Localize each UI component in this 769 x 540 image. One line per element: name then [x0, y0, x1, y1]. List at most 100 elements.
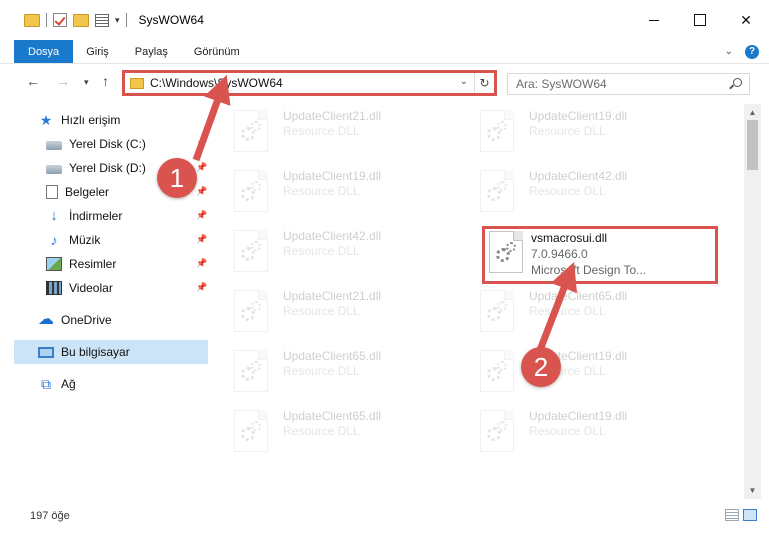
pin-icon[interactable]: 📌	[196, 138, 207, 148]
file-item[interactable]: UpdateClient21.dll Resource DLL	[220, 284, 456, 342]
file-name: UpdateClient65.dll	[283, 349, 382, 363]
computer-icon	[38, 346, 54, 358]
file-type: Resource DLL	[283, 124, 360, 138]
sidebar-item-label: Yerel Disk (D:)	[69, 161, 146, 175]
sidebar-item-label: Resimler	[69, 257, 117, 271]
address-path[interactable]: C:\Windows\SysWOW64	[150, 76, 283, 90]
file-item[interactable]: UpdateClient19.dll Resource DLL	[466, 344, 702, 402]
file-name: UpdateClient19.dll	[529, 109, 628, 123]
dll-file-icon	[234, 290, 268, 332]
sidebar-item-label: OneDrive	[61, 313, 112, 327]
file-list: UpdateClient21.dll Resource DLL UpdateCl…	[220, 104, 744, 499]
network-icon: ⧉	[41, 376, 51, 392]
up-arrow-icon[interactable]: ↑	[102, 73, 109, 89]
sidebar-item-downloads[interactable]: ↓ İndirmeler 📌	[14, 204, 208, 228]
file-item[interactable]: UpdateClient21.dll Resource DLL	[220, 104, 456, 162]
help-icon[interactable]: ?	[745, 44, 759, 59]
pin-icon[interactable]: 📌	[196, 258, 207, 268]
dll-file-icon	[234, 110, 268, 152]
window-controls: ✕	[631, 0, 769, 40]
status-bar: 197 öğe	[0, 500, 769, 540]
scrollbar-thumb[interactable]	[747, 120, 758, 170]
file-type: Resource DLL	[283, 184, 360, 198]
close-button[interactable]: ✕	[723, 0, 769, 40]
file-item[interactable]: UpdateClient65.dll Resource DLL	[220, 344, 456, 402]
file-item[interactable]: UpdateClient42.dll Resource DLL	[466, 164, 702, 222]
file-item[interactable]: UpdateClient19.dll Resource DLL	[466, 404, 702, 462]
file-item[interactable]: UpdateClient19.dll Resource DLL	[466, 104, 702, 162]
file-name: UpdateClient65.dll	[529, 289, 628, 303]
view-switcher	[725, 509, 757, 521]
refresh-icon[interactable]: ↻	[474, 73, 494, 93]
sidebar-item-label: Bu bilgisayar	[61, 345, 130, 359]
sidebar-item-label: Belgeler	[65, 185, 110, 199]
search-icon[interactable]	[733, 78, 742, 87]
file-type: Resource DLL	[283, 304, 360, 318]
dll-file-icon	[234, 170, 268, 212]
file-type: Resource DLL	[283, 364, 360, 378]
dll-file-icon	[234, 410, 268, 452]
sidebar-item-label: Müzik	[69, 233, 101, 247]
file-version: 7.0.9466.0	[531, 247, 588, 261]
file-type: Resource DLL	[529, 124, 606, 138]
sidebar-item-network[interactable]: ⧉ Ağ	[14, 372, 208, 396]
download-icon: ↓	[50, 207, 58, 224]
dll-file-icon	[480, 290, 514, 332]
sidebar-item-onedrive[interactable]: ☁ OneDrive	[14, 308, 208, 332]
sidebar-item-videos[interactable]: Videolar 📌	[14, 276, 208, 300]
dll-file-icon	[489, 231, 523, 273]
address-dropdown-chevron-icon[interactable]: ⌄	[460, 76, 468, 87]
file-item[interactable]: UpdateClient65.dll Resource DLL	[220, 404, 456, 462]
sidebar-item-this-pc[interactable]: Bu bilgisayar	[14, 340, 208, 364]
sidebar-item-quick-access[interactable]: ★ Hızlı erişim	[14, 108, 208, 132]
drive-icon	[46, 140, 62, 150]
maximize-button[interactable]	[677, 0, 723, 40]
tab-share[interactable]: Paylaş	[122, 40, 181, 63]
star-icon: ★	[39, 112, 53, 128]
music-icon: ♪	[50, 232, 58, 248]
tab-file[interactable]: Dosya	[14, 40, 74, 63]
dll-file-icon	[480, 110, 514, 152]
sidebar-item-local-disk-c[interactable]: Yerel Disk (C:) 📌	[14, 132, 208, 156]
expand-ribbon-chevron-icon[interactable]: ⌄	[725, 46, 733, 57]
documents-icon	[46, 185, 58, 199]
view-options-icon[interactable]	[95, 13, 109, 27]
file-item[interactable]: UpdateClient65.dll Resource DLL	[466, 284, 702, 342]
ribbon-tabs: Dosya Giriş Paylaş Görünüm ⌄ ?	[0, 40, 769, 64]
pin-icon[interactable]: 📌	[196, 186, 207, 196]
vertical-scrollbar[interactable]: ▲ ▼	[744, 104, 761, 499]
toolbar-divider	[125, 13, 127, 27]
scroll-down-arrow-icon[interactable]: ▼	[744, 482, 761, 499]
tab-home[interactable]: Giriş	[73, 40, 122, 63]
pin-icon[interactable]: 📌	[196, 282, 207, 292]
new-folder-icon[interactable]	[73, 13, 89, 27]
sidebar-item-pictures[interactable]: Resimler 📌	[14, 252, 208, 276]
file-item[interactable]: UpdateClient19.dll Resource DLL	[220, 164, 456, 222]
ribbon-right-controls: ⌄ ?	[725, 40, 769, 63]
videos-icon	[46, 281, 62, 295]
folder-icon	[130, 77, 144, 89]
pin-icon[interactable]: 📌	[196, 162, 207, 172]
forward-arrow-icon[interactable]: →	[56, 73, 70, 89]
address-bar[interactable]: C:\Windows\SysWOW64 ⌄ ↻	[122, 70, 497, 96]
pin-icon[interactable]: 📌	[196, 210, 207, 220]
cloud-icon: ☁	[38, 311, 54, 328]
recent-locations-chevron-icon[interactable]: ▾	[84, 77, 89, 88]
minimize-button[interactable]	[631, 0, 677, 40]
sidebar-item-label: Ağ	[61, 377, 76, 391]
folder-icon[interactable]	[24, 13, 40, 27]
properties-check-icon[interactable]	[53, 13, 67, 27]
sidebar-item-music[interactable]: ♪ Müzik 📌	[14, 228, 208, 252]
file-item[interactable]: UpdateClient42.dll Resource DLL	[220, 224, 456, 282]
back-arrow-icon[interactable]: ←	[26, 73, 40, 89]
customize-toolbar-chevron-icon[interactable]: ▾	[115, 15, 120, 26]
sidebar-item-label: Yerel Disk (C:)	[69, 137, 146, 151]
tab-view[interactable]: Görünüm	[181, 40, 253, 63]
file-item-vsmacrosui[interactable]: vsmacrosui.dll 7.0.9466.0 Microsoft Desi…	[482, 226, 718, 284]
details-view-icon[interactable]	[725, 509, 739, 521]
navigation-bar: ← → ▾ ↑ C:\Windows\SysWOW64 ⌄ ↻ Ara: Sys…	[0, 65, 769, 101]
pin-icon[interactable]: 📌	[196, 234, 207, 244]
scroll-up-arrow-icon[interactable]: ▲	[744, 104, 761, 121]
tiles-view-icon[interactable]	[743, 509, 757, 521]
search-input[interactable]: Ara: SysWOW64	[507, 73, 750, 95]
